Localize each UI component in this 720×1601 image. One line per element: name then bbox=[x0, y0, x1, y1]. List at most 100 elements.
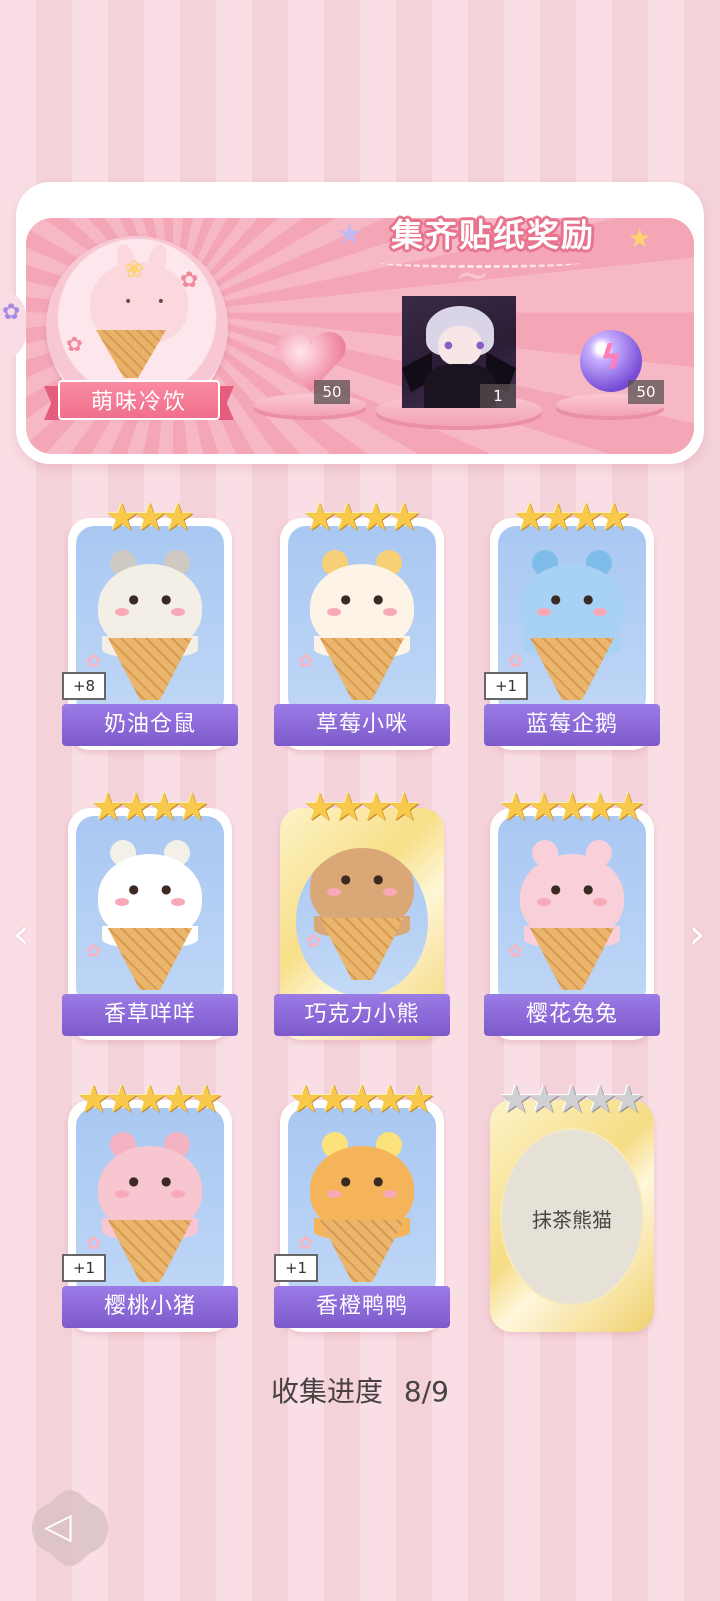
face-eyes: ●● bbox=[550, 592, 616, 606]
flower-icon: ✿ bbox=[508, 941, 524, 962]
bunny-face: • • bbox=[124, 294, 175, 310]
face-cheeks bbox=[115, 1190, 185, 1200]
star-rating: ★★★★★ bbox=[490, 788, 654, 826]
sticker-name: 巧克力小熊 bbox=[274, 994, 450, 1036]
face-cheeks bbox=[115, 898, 185, 908]
next-page-arrow[interactable]: › bbox=[684, 912, 710, 956]
star-rating: ★★★★ bbox=[280, 498, 444, 536]
banner-title: 集齐贴纸奖励 bbox=[390, 216, 595, 254]
sticker-card[interactable]: ●● ✿ ★★★★★ 樱花兔兔 bbox=[484, 788, 660, 1040]
sticker-name: 樱花兔兔 bbox=[484, 994, 660, 1036]
flower-icon: ✿ bbox=[66, 332, 83, 356]
face-eyes: ●● bbox=[340, 592, 406, 606]
duplicate-count-badge: +1 bbox=[274, 1254, 318, 1282]
sticker-name: 香橙鸭鸭 bbox=[274, 1286, 450, 1328]
star-icon: ★ bbox=[336, 217, 363, 252]
duplicate-count-badge: +1 bbox=[484, 672, 528, 700]
star-icon: ★ bbox=[387, 785, 422, 829]
sticker-card-locked[interactable]: ★★★★★ 抹茶熊猫 bbox=[490, 1080, 654, 1332]
sticker-card[interactable]: ●● ✿ ★★★★ 蓝莓企鹅 +1 bbox=[484, 498, 660, 750]
flower-icon: ✿ bbox=[86, 651, 102, 672]
back-arrow-icon: ◁ bbox=[44, 1506, 72, 1547]
sticker-card[interactable]: ●● ✿ ★★★★ 草莓小咪 bbox=[274, 498, 450, 750]
star-rating: ★★★★ bbox=[68, 788, 232, 826]
cone-icon bbox=[320, 1220, 404, 1282]
star-rating: ★★★★★ bbox=[490, 1080, 654, 1118]
reward-energy-orb: 50 bbox=[626, 380, 664, 404]
bow-icon: ❀ bbox=[124, 255, 145, 283]
reward-heart-gem: 50 bbox=[310, 380, 350, 404]
face-eyes: ●● bbox=[128, 592, 194, 606]
set-name: 萌味冷饮 bbox=[90, 390, 187, 415]
face-eyes: ●● bbox=[128, 882, 194, 896]
face-cheeks bbox=[537, 608, 607, 618]
sticker-card[interactable]: ●● ✿ ★★★★★ 香橙鸭鸭 +1 bbox=[274, 1080, 450, 1332]
progress-label: 收集进度 bbox=[271, 1375, 384, 1408]
flower-icon: ✿ bbox=[180, 268, 199, 293]
prev-page-arrow[interactable]: ‹ bbox=[8, 912, 34, 956]
sticker-name: 蓝莓企鹅 bbox=[484, 704, 660, 746]
dashed-decoration bbox=[380, 258, 580, 268]
sticker-art: ●● ✿ bbox=[76, 816, 224, 1006]
flower-icon: ✿ bbox=[86, 1233, 102, 1254]
sticker-art: ●● ✿ bbox=[498, 816, 646, 1006]
star-icon: ★ bbox=[628, 224, 652, 254]
star-rating: ★★★★ bbox=[280, 788, 444, 826]
star-icon: ★ bbox=[611, 785, 646, 829]
star-icon: ★ bbox=[175, 785, 210, 829]
star-rating: ★★★★★ bbox=[280, 1080, 444, 1118]
ribbon-icon: ✿ bbox=[2, 300, 21, 325]
cone-icon bbox=[530, 928, 614, 990]
collection-progress: 收集进度 8/9 bbox=[0, 1370, 720, 1410]
sticker-card[interactable]: ●● ✿ ★★★★★ 樱桃小猪 +1 bbox=[62, 1080, 238, 1332]
character-portrait[interactable]: ● ● 1 bbox=[402, 296, 516, 408]
face-eyes: ●● bbox=[340, 872, 406, 886]
face-eyes: ●● bbox=[340, 1174, 406, 1188]
sticker-name: 香草咩咩 bbox=[62, 994, 238, 1036]
set-name-ribbon: 萌味冷饮 bbox=[44, 378, 234, 422]
portrait-eyes: ● ● bbox=[444, 340, 495, 351]
flower-icon: ✿ bbox=[298, 651, 314, 672]
sticker-name: 奶油仓鼠 bbox=[62, 704, 238, 746]
face-eyes: ●● bbox=[550, 882, 616, 896]
cone-icon bbox=[320, 918, 404, 980]
face-cheeks bbox=[115, 608, 185, 618]
sticker-art: ●● ✿ bbox=[288, 526, 436, 716]
sticker-name: 樱桃小猪 bbox=[62, 1286, 238, 1328]
reward-count: 1 bbox=[480, 384, 516, 408]
flower-icon: ✿ bbox=[306, 931, 322, 952]
star-icon: ★ bbox=[189, 1077, 224, 1121]
cone-icon bbox=[108, 1220, 192, 1282]
face-cheeks bbox=[327, 888, 397, 898]
face-eyes: ●● bbox=[128, 1174, 194, 1188]
cone-icon bbox=[108, 638, 192, 700]
star-icon: ★ bbox=[387, 495, 422, 539]
star-rating: ★★★ bbox=[68, 498, 232, 536]
reward-count: 50 bbox=[628, 380, 664, 404]
duplicate-count-badge: +1 bbox=[62, 1254, 106, 1282]
face-cheeks bbox=[327, 1190, 397, 1200]
flower-icon: ✿ bbox=[508, 651, 524, 672]
sticker-name: 抹茶熊猫 bbox=[532, 1208, 612, 1232]
lightning-icon: ϟ bbox=[600, 338, 623, 378]
star-rating: ★★★★ bbox=[490, 498, 654, 536]
star-icon: ★ bbox=[401, 1077, 436, 1121]
sticker-card[interactable]: ●● ✿ ★★★ 奶油仓鼠 +8 bbox=[62, 498, 238, 750]
face-cheeks bbox=[537, 898, 607, 908]
progress-value: 8/9 bbox=[403, 1375, 449, 1408]
star-icon: ★ bbox=[611, 1077, 646, 1121]
flower-icon: ✿ bbox=[298, 1233, 314, 1254]
star-icon: ★ bbox=[597, 495, 632, 539]
sticker-name: 草莓小咪 bbox=[274, 704, 450, 746]
sticker-art: ●● ✿ bbox=[296, 848, 428, 996]
star-rating: ★★★★★ bbox=[68, 1080, 232, 1118]
duplicate-count-badge: +8 bbox=[62, 672, 106, 700]
face-cheeks bbox=[327, 608, 397, 618]
cone-icon bbox=[530, 638, 614, 700]
cone-icon bbox=[108, 928, 192, 990]
sticker-card[interactable]: ●● ✿ ★★★★ 巧克力小熊 bbox=[274, 788, 450, 1040]
flower-icon: ✿ bbox=[86, 941, 102, 962]
reward-count: 50 bbox=[314, 380, 350, 404]
sticker-card[interactable]: ●● ✿ ★★★★ 香草咩咩 bbox=[62, 788, 238, 1040]
star-icon: ★ bbox=[161, 495, 196, 539]
